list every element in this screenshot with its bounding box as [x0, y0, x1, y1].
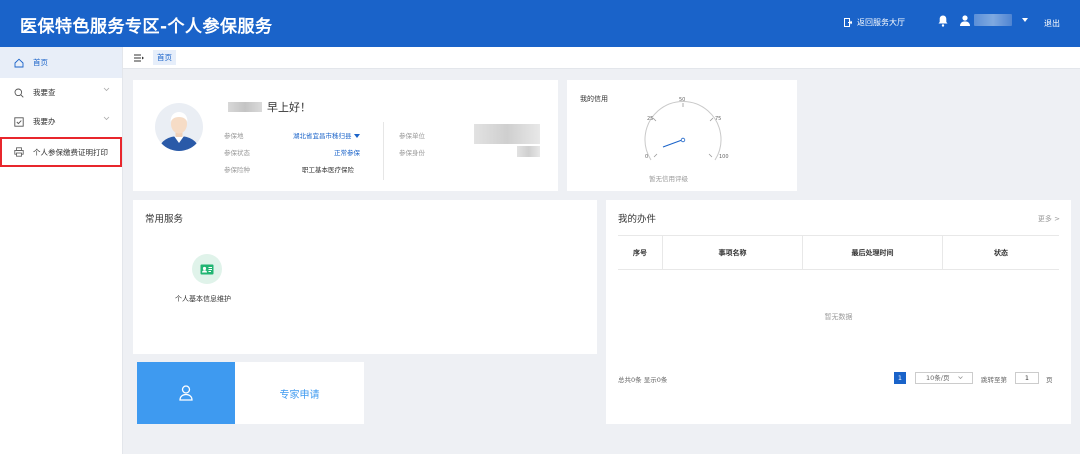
tab-home[interactable]: 首页	[153, 50, 176, 65]
credit-no-rating: 暂无信用评级	[649, 175, 688, 183]
sidebar-item-label: 我要办	[33, 117, 56, 126]
breadcrumb: 首页	[123, 47, 1080, 69]
jump-page-input[interactable]: 1	[1015, 372, 1039, 384]
gauge-tick-label: 100	[719, 154, 729, 160]
printer-icon	[13, 147, 24, 157]
user-icon	[960, 14, 970, 26]
column-header: 最后处理时间	[803, 236, 943, 269]
sidebar-item-home[interactable]: 首页	[0, 47, 122, 78]
insurance-type-value: 职工基本医疗保险	[302, 166, 354, 174]
divider	[383, 122, 384, 180]
name-redacted	[228, 102, 262, 112]
username-redacted	[974, 14, 1012, 26]
status-label: 参保状态	[224, 149, 250, 157]
common-services-card: 常用服务 个人基本信息维护	[133, 200, 597, 354]
jump-label: 跳转至第	[981, 376, 1007, 384]
credit-gauge: 0 25 50 75 100	[644, 97, 729, 161]
credit-card: 我的信用 0 25 50 75 100 暂无信用评级	[567, 80, 797, 191]
expert-apply-icon-tile[interactable]	[137, 362, 235, 424]
return-hall-link[interactable]: 返回服务大厅	[844, 17, 905, 28]
sidebar-item-query[interactable]: 我要查	[0, 78, 122, 107]
status-value: 正常参保	[334, 149, 360, 157]
check-box-icon	[13, 116, 24, 127]
column-header: 状态	[994, 248, 1008, 257]
page-button[interactable]: 1	[894, 372, 906, 384]
user-icon	[179, 385, 193, 401]
profile-card: 早上好！ 参保地 湖北省宜昌市秭归县 参保状态 正常参保 参保险种 职工基本医疗…	[133, 80, 558, 191]
user-menu[interactable]	[960, 14, 1028, 26]
sidebar-item-handle[interactable]: 我要办	[0, 107, 122, 136]
empty-state: 暂无数据	[824, 313, 853, 321]
column-header: 序号	[618, 236, 663, 269]
unit-value-redacted	[474, 124, 540, 144]
my-tasks-card: 我的办件 更多 > 序号 事项名称 最后处理时间 状态 暂无数据 总共0条 显示…	[606, 200, 1071, 424]
page-title: 医保特色服务专区-个人参保服务	[20, 17, 273, 37]
more-link[interactable]: 更多 >	[1038, 214, 1060, 224]
table-header: 序号 事项名称 最后处理时间 状态	[618, 236, 1059, 270]
unit-label: 参保单位	[399, 132, 425, 140]
service-label[interactable]: 个人基本信息维护	[175, 294, 231, 304]
sidebar-item-label: 我要查	[33, 88, 56, 97]
place-select[interactable]: 湖北省宜昌市秭归县	[293, 130, 360, 140]
sidebar-item-label: 个人参保缴费证明打印	[33, 147, 108, 157]
pagination-total: 总共0条 显示0条	[618, 376, 668, 384]
credit-title: 我的信用	[580, 95, 608, 103]
avatar	[155, 103, 203, 151]
greeting-text: 早上好！	[267, 101, 311, 114]
tasks-table: 序号 事项名称 最后处理时间 状态	[618, 235, 1059, 270]
logout-button[interactable]: 退出	[1044, 18, 1060, 29]
return-hall-label: 返回服务大厅	[857, 18, 905, 27]
place-value: 湖北省宜昌市秭归县	[293, 132, 352, 140]
home-icon	[13, 58, 24, 68]
expert-apply-button[interactable]: 专家申请	[235, 362, 364, 424]
pagination: 总共0条 显示0条 1 10条/页 跳转至第 1 页	[618, 372, 1059, 386]
search-icon	[13, 88, 24, 98]
service-item-basic-info[interactable]	[192, 254, 222, 284]
sidebar-item-label: 首页	[33, 58, 48, 67]
place-label: 参保地	[224, 132, 244, 140]
page-unit-label: 页	[1046, 376, 1053, 384]
sidebar: 首页 我要查 我要办 个人参保缴费证明打印	[0, 47, 123, 454]
services-title: 常用服务	[145, 214, 184, 225]
chevron-down-icon	[957, 376, 963, 380]
page-size-value: 10条/页	[926, 374, 950, 382]
greeting: 早上好！	[228, 99, 311, 115]
top-header: 医保特色服务专区-个人参保服务 返回服务大厅 退出	[0, 0, 1080, 47]
identity-label: 参保身份	[399, 149, 425, 157]
sidebar-item-print-certificate[interactable]: 个人参保缴费证明打印	[0, 137, 122, 167]
gauge-tick-label: 25	[647, 116, 653, 122]
page-size-select[interactable]: 10条/页	[915, 372, 973, 384]
chevron-down-icon	[103, 116, 110, 121]
id-card-icon	[200, 264, 214, 274]
tasks-title: 我的办件	[618, 214, 657, 225]
insurance-type-label: 参保险种	[224, 166, 250, 174]
column-header: 事项名称	[663, 236, 803, 269]
gauge-tick-label: 0	[645, 154, 648, 160]
chevron-down-icon	[103, 87, 110, 92]
identity-value-redacted	[517, 146, 540, 157]
exit-door-icon	[844, 18, 852, 27]
notification-bell-icon[interactable]	[938, 15, 948, 29]
caret-down-icon	[1022, 18, 1028, 22]
menu-toggle-icon[interactable]	[134, 54, 144, 62]
gauge-tick-label: 50	[679, 97, 685, 103]
caret-down-icon	[353, 134, 360, 138]
gauge-tick-label: 75	[715, 116, 721, 122]
